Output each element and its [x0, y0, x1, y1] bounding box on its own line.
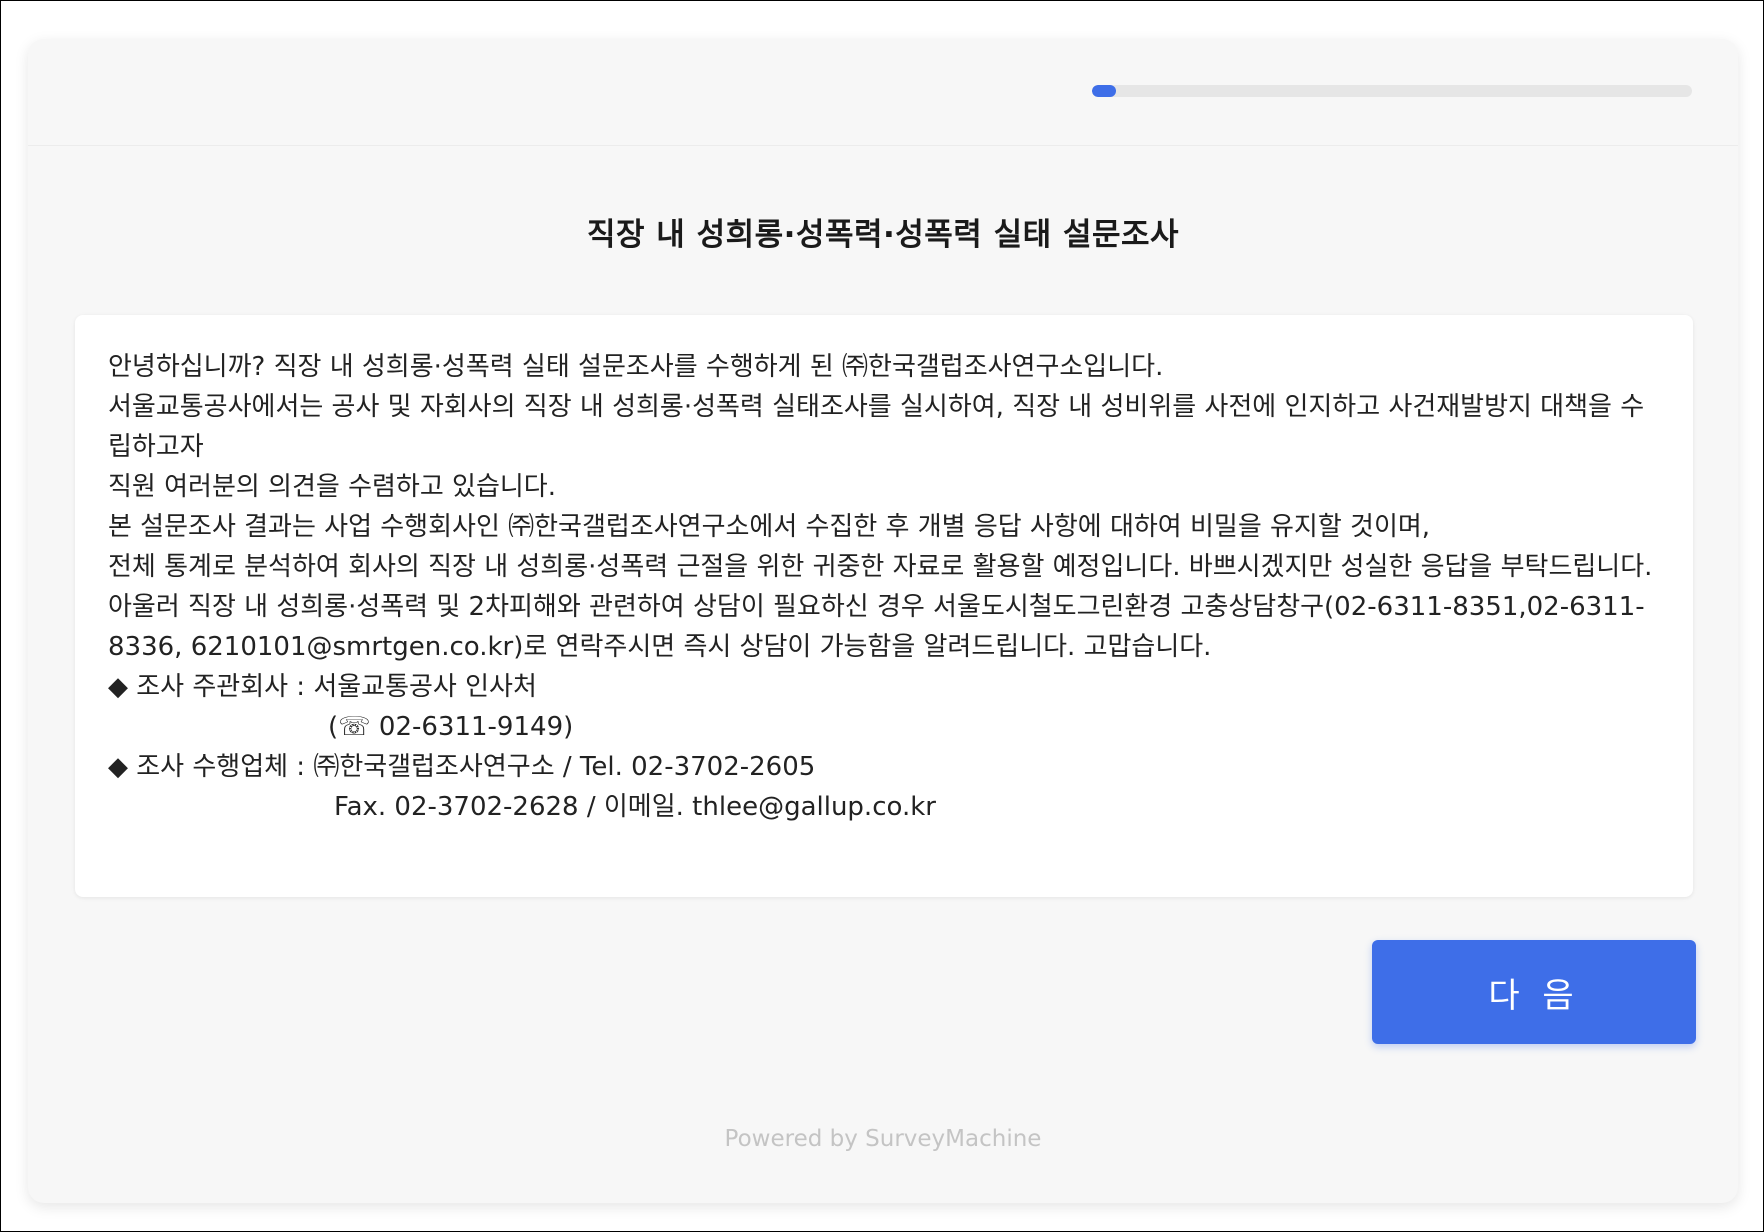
- survey-card: 직장 내 성희롱·성폭력·성폭력 실태 설문조사 안녕하십니까? 직장 내 성희…: [28, 39, 1738, 1203]
- intro-counseling: 아울러 직장 내 성희롱·성폭력 및 2차피해와 관련하여 상담이 필요하신 경…: [108, 592, 1645, 662]
- progress-bar-fill: [1092, 85, 1116, 97]
- next-button[interactable]: 다 음: [1372, 940, 1696, 1044]
- intro-text: 안녕하십니까? 직장 내 성희롱·성폭력 실태 설문조사를 수행하게 된 ㈜한국…: [108, 347, 1668, 827]
- intro-purpose: 서울교통공사에서는 공사 및 자회사의 직장 내 성희롱·성폭력 실태조사를 실…: [108, 392, 1645, 462]
- intro-confidentiality: 본 설문조사 결과는 사업 수행회사인 ㈜한국갤럽조사연구소에서 수집한 후 개…: [108, 512, 1431, 542]
- intro-collecting: 직원 여러분의 의견을 수렴하고 있습니다.: [108, 472, 556, 502]
- intro-panel: 안녕하십니까? 직장 내 성희롱·성폭력 실태 설문조사를 수행하게 된 ㈜한국…: [75, 315, 1693, 897]
- organizer-phone: (☏ 02-6311-9149): [328, 712, 574, 742]
- powered-by-footer: Powered by SurveyMachine: [724, 1126, 1042, 1152]
- screenshot-frame: 직장 내 성희롱·성폭력·성폭력 실태 설문조사 안녕하십니까? 직장 내 성희…: [0, 0, 1764, 1232]
- progress-bar: [1092, 85, 1692, 97]
- survey-title: 직장 내 성희롱·성폭력·성폭력 실태 설문조사: [586, 217, 1180, 253]
- intro-greeting: 안녕하십니까? 직장 내 성희롱·성폭력 실태 설문조사를 수행하게 된 ㈜한국…: [108, 352, 1164, 382]
- contractor-info: ◆ 조사 수행업체 : ㈜한국갤럽조사연구소 / Tel. 02-3702-26…: [108, 752, 816, 782]
- contractor-contact: Fax. 02-3702-2628 / 이메일. thlee@gallup.co…: [334, 792, 936, 822]
- intro-usage: 전체 통계로 분석하여 회사의 직장 내 성희롱·성폭력 근절을 위한 귀중한 …: [108, 552, 1653, 582]
- organizer-info: ◆ 조사 주관회사 : 서울교통공사 인사처: [108, 672, 537, 702]
- survey-header: [28, 39, 1738, 146]
